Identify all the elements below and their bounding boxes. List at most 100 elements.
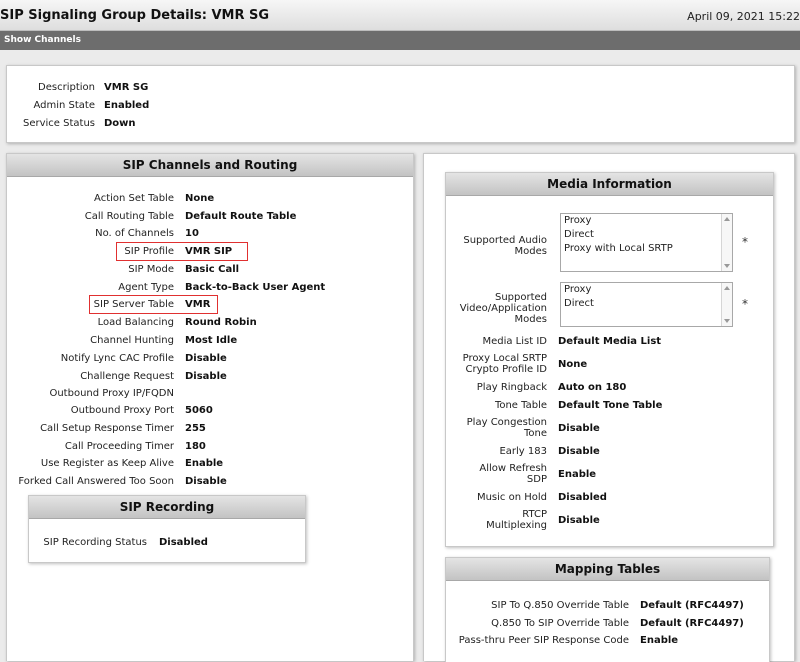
right-panel: Media Information Supported Audio Modes … — [423, 153, 795, 662]
sip-server-table-highlight — [89, 295, 218, 314]
channel-row: Call Routing Table Default Route Table — [7, 211, 413, 227]
media-label-line: Crypto Profile ID — [465, 364, 548, 375]
audio-mode-option[interactable]: Proxy — [561, 214, 732, 228]
play-ringback-label: Play Ringback — [477, 382, 547, 393]
channel-row: Challenge Request Disable — [7, 371, 413, 387]
video-list-scrollbar[interactable] — [721, 283, 732, 326]
audio-list-scrollbar[interactable] — [721, 214, 732, 271]
service-status-value: Down — [104, 118, 136, 129]
agent-type-value: Back-to-Back User Agent — [185, 282, 326, 293]
action-set-table-label: Action Set Table — [94, 193, 174, 204]
notify-lync-cac-profile-value: Disable — [185, 353, 227, 364]
proxy-local-srtp-value: None — [558, 359, 588, 370]
video-mode-option[interactable]: Proxy — [561, 283, 732, 297]
outbound-proxy-port-label: Outbound Proxy Port — [70, 405, 174, 416]
channel-row: Action Set Table None — [7, 193, 413, 209]
description-label: Description — [38, 82, 95, 93]
early-183-label: Early 183 — [499, 446, 547, 457]
q850-to-sip-value: Default (RFC4497) — [640, 618, 744, 629]
no-of-channels-value: 10 — [185, 228, 199, 239]
mapping-row: SIP To Q.850 Override Table Default (RFC… — [446, 600, 769, 616]
sip-to-q850-label: SIP To Q.850 Override Table — [491, 600, 629, 611]
media-label-line: Play Ringback — [476, 382, 547, 393]
media-label-line: RTCP — [522, 509, 547, 520]
channels-panel: SIP Channels and Routing Action Set Tabl… — [6, 153, 414, 661]
recording-panel: SIP Recording SIP Recording Status Disab… — [28, 495, 306, 563]
channel-row: Outbound Proxy IP/FQDN — [7, 388, 413, 404]
media-panel: Media Information Supported Audio Modes … — [445, 172, 774, 547]
channel-row: Forked Call Answered Too Soon Disable — [7, 476, 413, 492]
service-status-label: Service Status — [22, 118, 95, 129]
media-panel-header: Media Information — [446, 173, 773, 196]
pass-thru-response-code-value: Enable — [640, 635, 679, 646]
use-register-keep-alive-label: Use Register as Keep Alive — [40, 458, 174, 469]
challenge-request-label: Challenge Request — [80, 371, 174, 382]
date-time: April 09, 2021 15:22 — [687, 10, 800, 23]
call-routing-table-label: Call Routing Table — [84, 211, 174, 222]
media-label-line: Play Congestion — [466, 417, 547, 428]
summary-row: Service Status Down — [7, 118, 794, 134]
summary-row: Description VMR SG — [7, 82, 794, 98]
media-label-line: Early 183 — [499, 446, 547, 457]
scroll-up-icon[interactable] — [724, 217, 730, 221]
audio-required-asterisk: * — [742, 235, 748, 249]
q850-to-sip-label: Q.850 To SIP Override Table — [491, 618, 629, 629]
supported-video-modes-label-line: Video/Application — [459, 303, 547, 314]
no-of-channels-label: No. of Channels — [95, 228, 174, 239]
channel-row: Call Proceeding Timer 180 — [7, 441, 413, 457]
supported-audio-modes-list[interactable]: Proxy Direct Proxy with Local SRTP — [560, 213, 733, 272]
early-183-value: Disable — [558, 446, 600, 457]
title-bar: SIP Signaling Group Details: VMR SG Apri… — [0, 0, 800, 31]
channel-row: Use Register as Keep Alive Enable — [7, 458, 413, 474]
media-label-line: Music on Hold — [476, 492, 547, 503]
media-label-line: Tone — [523, 428, 547, 439]
supported-video-modes-list[interactable]: Proxy Direct — [560, 282, 733, 327]
pass-thru-response-code-label: Pass-thru Peer SIP Response Code — [458, 635, 629, 646]
channel-row: Channel Hunting Most Idle — [7, 335, 413, 351]
audio-mode-option[interactable]: Direct — [561, 228, 732, 242]
scroll-up-icon[interactable] — [724, 286, 730, 290]
media-label-line: Multiplexing — [486, 520, 547, 531]
rtcp-multiplexing-value: Disable — [558, 515, 600, 526]
description-value: VMR SG — [104, 82, 149, 93]
music-on-hold-label: Music on Hold — [477, 492, 547, 503]
call-proceeding-timer-value: 180 — [185, 441, 206, 452]
sip-profile-highlight — [116, 242, 248, 261]
media-label-line: Tone Table — [494, 400, 547, 411]
show-channels-link[interactable]: Show Channels — [4, 35, 81, 45]
recording-row: SIP Recording Status Disabled — [29, 537, 305, 553]
play-congestion-tone-value: Disable — [558, 423, 600, 434]
supported-audio-modes-label-line: Modes — [514, 246, 547, 257]
mapping-row: Q.850 To SIP Override Table Default (RFC… — [446, 618, 769, 634]
admin-state-value: Enabled — [104, 100, 150, 111]
call-routing-table-value: Default Route Table — [185, 211, 297, 222]
scroll-down-icon[interactable] — [724, 319, 730, 323]
call-setup-response-timer-label: Call Setup Response Timer — [40, 423, 174, 434]
sip-recording-status-value: Disabled — [159, 537, 208, 548]
forked-call-answered-label: Forked Call Answered Too Soon — [18, 476, 174, 487]
sip-mode-label: SIP Mode — [128, 264, 174, 275]
video-mode-option[interactable]: Direct — [561, 297, 732, 311]
load-balancing-value: Round Robin — [185, 317, 257, 328]
challenge-request-value: Disable — [185, 371, 227, 382]
scroll-down-icon[interactable] — [724, 264, 730, 268]
channel-row: SIP Mode Basic Call — [7, 264, 413, 280]
allow-refresh-sdp-label: Allow Refresh SDP — [479, 463, 547, 485]
supported-audio-modes-label-line: Supported Audio — [463, 235, 547, 246]
play-ringback-value: Auto on 180 — [558, 382, 627, 393]
video-required-asterisk: * — [742, 297, 748, 311]
forked-call-answered-value: Disable — [185, 476, 227, 487]
media-label-line: Media List ID — [482, 336, 547, 347]
media-label-line: Allow Refresh — [479, 463, 547, 474]
mapping-panel-header: Mapping Tables — [446, 558, 769, 581]
load-balancing-label: Load Balancing — [97, 317, 174, 328]
outbound-proxy-ip-label: Outbound Proxy IP/FQDN — [49, 388, 174, 399]
mapping-panel: Mapping Tables SIP To Q.850 Override Tab… — [445, 557, 770, 662]
media-label-line: SDP — [526, 474, 547, 485]
use-register-keep-alive-value: Enable — [185, 458, 224, 469]
notify-lync-cac-profile-label: Notify Lync CAC Profile — [60, 353, 174, 364]
channel-row: Notify Lync CAC Profile Disable — [7, 353, 413, 369]
audio-mode-option[interactable]: Proxy with Local SRTP — [561, 242, 732, 256]
admin-state-label: Admin State — [33, 100, 95, 111]
supported-video-modes-label: Supported Video/Application Modes — [460, 292, 547, 325]
